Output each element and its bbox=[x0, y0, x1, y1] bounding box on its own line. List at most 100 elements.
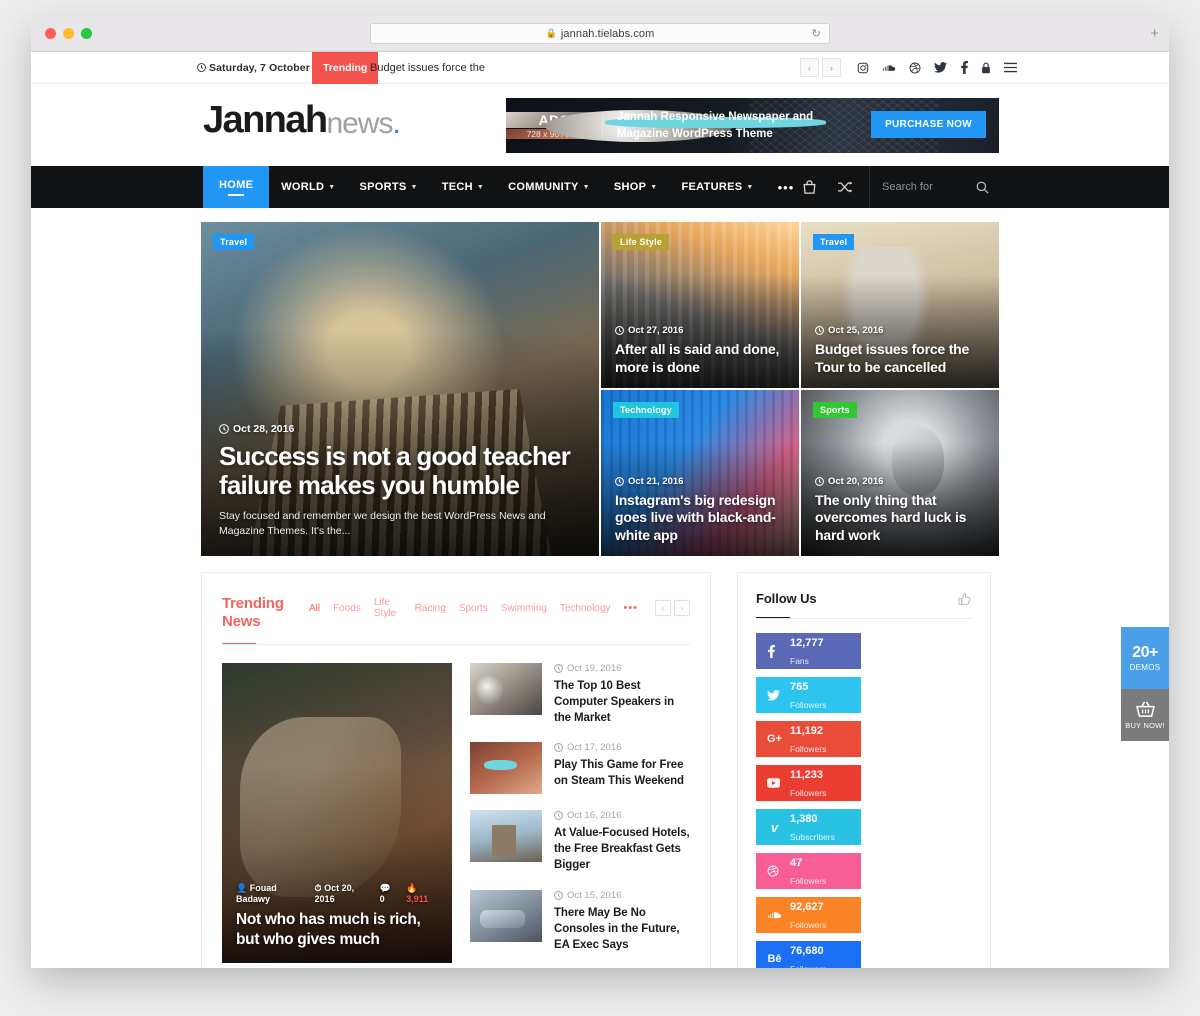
buy-now-button[interactable]: BUY NOW! bbox=[1121, 689, 1169, 741]
hero-grid: Travel Oct 28, 2016 Success is not a goo… bbox=[201, 222, 999, 556]
search-input[interactable]: Search for bbox=[869, 166, 999, 208]
counter-text: 12,777 Fans bbox=[790, 637, 824, 666]
tab-all[interactable]: All bbox=[309, 603, 320, 614]
social-vimeo[interactable]: v 1,380 Subscribers bbox=[756, 809, 861, 845]
lock-icon[interactable] bbox=[981, 61, 991, 74]
hero-main-story[interactable]: Travel Oct 28, 2016 Success is not a goo… bbox=[201, 222, 599, 556]
post-thumbnail bbox=[470, 810, 542, 863]
hero-tile-travel[interactable]: Travel Oct 25, 2016 Budget issues force … bbox=[801, 222, 999, 388]
browser-chrome-bar: 🔒 jannah.tielabs.com ↻ + bbox=[31, 16, 1169, 52]
list-item[interactable]: Oct 16, 2016 At Value-Focused Hotels, th… bbox=[470, 810, 690, 873]
post-title[interactable]: There May Be No Consoles in the Future, … bbox=[554, 905, 690, 953]
nav-item-features[interactable]: FEATURES ▼ bbox=[670, 166, 766, 208]
list-item[interactable]: Oct 19, 2016 The Top 10 Best Computer Sp… bbox=[470, 663, 690, 726]
trending-badge[interactable]: Trending bbox=[312, 52, 379, 89]
trending-headline[interactable]: Budget issues force the bbox=[370, 62, 485, 74]
address-bar[interactable]: 🔒 jannah.tielabs.com ↻ bbox=[370, 23, 830, 44]
dribbble-icon[interactable] bbox=[909, 62, 921, 74]
nav-item-shop[interactable]: SHOP ▼ bbox=[602, 166, 670, 208]
hero-side-grid: Life Style Oct 27, 2016 After all is sai… bbox=[601, 222, 999, 556]
social-twitter[interactable]: 765 Followers bbox=[756, 677, 861, 713]
nav-item-sports[interactable]: SPORTS ▼ bbox=[347, 166, 429, 208]
logo-primary: Jannah bbox=[203, 99, 328, 141]
twitter-icon[interactable] bbox=[934, 62, 947, 73]
hero-tile-sports[interactable]: Sports Oct 20, 2016 The only thing that … bbox=[801, 390, 999, 556]
nav-item-world[interactable]: WORLD ▼ bbox=[269, 166, 347, 208]
social-googleplus[interactable]: G+ 11,192 Followers bbox=[756, 721, 861, 757]
twitter-icon bbox=[767, 689, 782, 701]
nav-item-home[interactable]: HOME bbox=[203, 166, 270, 208]
category-badge[interactable]: Life Style bbox=[613, 234, 670, 250]
category-badge[interactable]: Travel bbox=[813, 234, 855, 250]
hero-tile-lifestyle[interactable]: Life Style Oct 27, 2016 After all is sai… bbox=[601, 222, 799, 388]
hero-row-bottom: Technology Oct 21, 2016 Instagram's big … bbox=[601, 390, 999, 556]
category-badge[interactable]: Travel bbox=[213, 234, 255, 250]
plus-icon[interactable]: + bbox=[1150, 25, 1159, 42]
social-behance[interactable]: Bē 76,680Followers bbox=[756, 941, 861, 968]
minimize-window-button[interactable] bbox=[63, 28, 74, 39]
demos-button[interactable]: 20+ DEMOS bbox=[1121, 627, 1169, 689]
shuffle-icon[interactable] bbox=[827, 181, 863, 193]
post-title[interactable]: Instagram's big redesign goes live with … bbox=[615, 492, 785, 545]
tabs-more-button[interactable]: ••• bbox=[623, 602, 638, 614]
facebook-icon bbox=[767, 644, 782, 658]
topbar-prev-button[interactable]: ‹ bbox=[800, 58, 819, 77]
window-controls[interactable] bbox=[45, 28, 92, 39]
purchase-now-button[interactable]: PURCHASE NOW bbox=[871, 111, 986, 138]
facebook-icon[interactable] bbox=[960, 61, 968, 74]
nav-item-tech[interactable]: TECH ▼ bbox=[430, 166, 496, 208]
tab-swimming[interactable]: Swimming bbox=[501, 603, 547, 614]
tile-body: Oct 20, 2016 The only thing that overcom… bbox=[815, 476, 985, 545]
post-date: Oct 15, 2016 bbox=[554, 890, 690, 901]
nav-item-community[interactable]: COMMUNITY ▼ bbox=[496, 166, 602, 208]
floating-cta: 20+ DEMOS BUY NOW! bbox=[1121, 627, 1169, 741]
hero-tile-technology[interactable]: Technology Oct 21, 2016 Instagram's big … bbox=[601, 390, 799, 556]
list-item[interactable]: Oct 15, 2016 There May Be No Consoles in… bbox=[470, 889, 690, 953]
hamburger-icon[interactable] bbox=[1004, 62, 1017, 73]
category-badge[interactable]: Technology bbox=[613, 402, 679, 418]
post-title[interactable]: Success is not a good teacher failure ma… bbox=[219, 442, 581, 500]
social-soundcloud[interactable]: 92,627 Followers bbox=[756, 897, 861, 933]
ad-banner[interactable]: ADS 728 x 90 Area! Jannah Responsive New… bbox=[506, 98, 999, 153]
social-youtube[interactable]: 11,233 Followers bbox=[756, 765, 861, 801]
search-icon[interactable] bbox=[976, 181, 989, 194]
tab-foods[interactable]: Foods bbox=[333, 603, 361, 614]
post-title[interactable]: Play This Game for Free on Steam This We… bbox=[554, 757, 690, 789]
list-item[interactable]: Oct 17, 2016 Play This Game for Free on … bbox=[470, 742, 690, 795]
post-title[interactable]: At Value-Focused Hotels, the Free Breakf… bbox=[554, 825, 690, 873]
reload-icon[interactable]: ↻ bbox=[812, 27, 821, 40]
page-viewport: Saturday, 7 October 2017 Trending Budget… bbox=[31, 52, 1169, 968]
post-date: Oct 17, 2016 bbox=[554, 742, 690, 753]
topbar-social-links bbox=[857, 61, 1017, 74]
category-badge[interactable]: Sports bbox=[813, 402, 857, 418]
close-window-button[interactable] bbox=[45, 28, 56, 39]
tab-life-style[interactable]: Life Style bbox=[374, 597, 402, 619]
chevron-down-icon: ▼ bbox=[582, 183, 590, 191]
comment-count: 💬 0 bbox=[379, 883, 391, 905]
post-date: Oct 19, 2016 bbox=[554, 663, 690, 674]
featured-post[interactable]: 👤 Fouad Badawy ⏱ Oct 20, 2016 💬 0 🔥 3,91… bbox=[222, 663, 452, 963]
post-title[interactable]: Not who has much is rich, but who gives … bbox=[236, 910, 438, 949]
block-next-button[interactable]: › bbox=[674, 600, 690, 616]
tab-sports[interactable]: Sports bbox=[459, 603, 488, 614]
maximize-window-button[interactable] bbox=[81, 28, 92, 39]
site-logo[interactable]: Jannah news . bbox=[203, 101, 401, 139]
soundcloud-icon[interactable] bbox=[882, 63, 896, 73]
tab-technology[interactable]: Technology bbox=[560, 603, 611, 614]
post-title[interactable]: The Top 10 Best Computer Speakers in the… bbox=[554, 678, 690, 726]
post-title[interactable]: Budget issues force the Tour to be cance… bbox=[815, 341, 985, 376]
topbar-right: ‹ › bbox=[800, 58, 1017, 77]
post-list: Oct 19, 2016 The Top 10 Best Computer Sp… bbox=[470, 663, 690, 968]
topbar-next-button[interactable]: › bbox=[822, 58, 841, 77]
ad-divider bbox=[602, 112, 603, 139]
bag-icon[interactable] bbox=[792, 180, 827, 194]
social-facebook[interactable]: 12,777 Fans bbox=[756, 633, 861, 669]
tab-racing[interactable]: Racing bbox=[415, 603, 446, 614]
hero-row-top: Life Style Oct 27, 2016 After all is sai… bbox=[601, 222, 999, 388]
post-title[interactable]: After all is said and done, more is done bbox=[615, 341, 785, 376]
logo-secondary: news bbox=[326, 107, 393, 140]
block-prev-button[interactable]: ‹ bbox=[655, 600, 671, 616]
social-dribbble[interactable]: 47 Followers bbox=[756, 853, 861, 889]
post-title[interactable]: The only thing that overcomes hard luck … bbox=[815, 492, 985, 545]
instagram-icon[interactable] bbox=[857, 62, 869, 74]
